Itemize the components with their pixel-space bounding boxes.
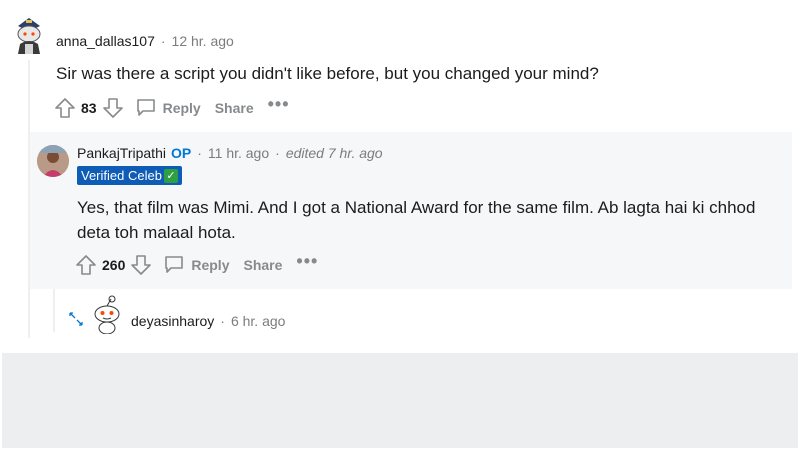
avatar-pankajtripathi[interactable] bbox=[37, 145, 69, 177]
meta-separator: · bbox=[160, 33, 166, 49]
meta-separator: · bbox=[220, 313, 225, 329]
share-button[interactable]: Share bbox=[243, 257, 282, 273]
reply-label: Reply bbox=[162, 100, 201, 116]
comment-thread: anna_dallas107 · 12 hr. ago Sir was ther… bbox=[0, 0, 800, 352]
collapsed-comment-author[interactable]: deyasinharoy bbox=[131, 313, 214, 329]
reply-timestamp[interactable]: 11 hr. ago bbox=[208, 145, 269, 161]
meta-separator: · bbox=[275, 145, 280, 161]
upvote-arrow-icon[interactable] bbox=[74, 253, 98, 277]
edited-label: edited 7 hr. ago bbox=[285, 145, 383, 161]
avatar-anna-dallas107[interactable] bbox=[12, 14, 46, 54]
comment-actions: 83 Reply Share ••• bbox=[53, 95, 290, 121]
reply-body: Yes, that film was Mimi. And I got a Nat… bbox=[77, 198, 756, 242]
collapsed-comment-meta: deyasinharoy · 6 hr. ago bbox=[131, 313, 285, 329]
user-flair-badge: Verified Celeb ✓ bbox=[77, 166, 182, 185]
checkmark-icon: ✓ bbox=[163, 168, 178, 183]
reply-label: Reply bbox=[191, 257, 230, 273]
speech-bubble-icon bbox=[135, 96, 157, 121]
comment-author[interactable]: anna_dallas107 bbox=[56, 33, 155, 49]
empty-gray-area bbox=[2, 353, 798, 448]
comment-timestamp[interactable]: 12 hr. ago bbox=[172, 33, 234, 49]
downvote-arrow-icon[interactable] bbox=[129, 253, 153, 277]
expand-arrows-icon[interactable] bbox=[68, 311, 84, 327]
reply-actions: 260 Reply Share ••• bbox=[74, 252, 318, 278]
share-button[interactable]: Share bbox=[215, 100, 254, 116]
vote-count: 260 bbox=[102, 257, 126, 273]
comment-body: Sir was there a script you didn't like b… bbox=[56, 64, 599, 83]
vote-count: 83 bbox=[81, 100, 97, 116]
collapsed-comment-timestamp[interactable]: 6 hr. ago bbox=[231, 313, 286, 329]
flair-text: Verified Celeb bbox=[81, 168, 162, 183]
more-options-icon[interactable]: ••• bbox=[268, 95, 290, 117]
downvote-arrow-icon[interactable] bbox=[101, 96, 125, 120]
reply-meta: PankajTripathi OP · 11 hr. ago · edited … bbox=[77, 145, 383, 161]
op-badge: OP bbox=[170, 145, 192, 161]
upvote-arrow-icon[interactable] bbox=[53, 96, 77, 120]
reply-button[interactable]: Reply bbox=[163, 253, 229, 278]
meta-separator: · bbox=[197, 145, 202, 161]
avatar-deyasinharoy[interactable] bbox=[90, 294, 124, 334]
more-options-icon[interactable]: ••• bbox=[296, 252, 318, 274]
comment-meta: anna_dallas107 · 12 hr. ago bbox=[56, 33, 234, 49]
reply-button[interactable]: Reply bbox=[135, 96, 201, 121]
reply-author[interactable]: PankajTripathi bbox=[77, 145, 166, 161]
speech-bubble-icon bbox=[163, 253, 185, 278]
